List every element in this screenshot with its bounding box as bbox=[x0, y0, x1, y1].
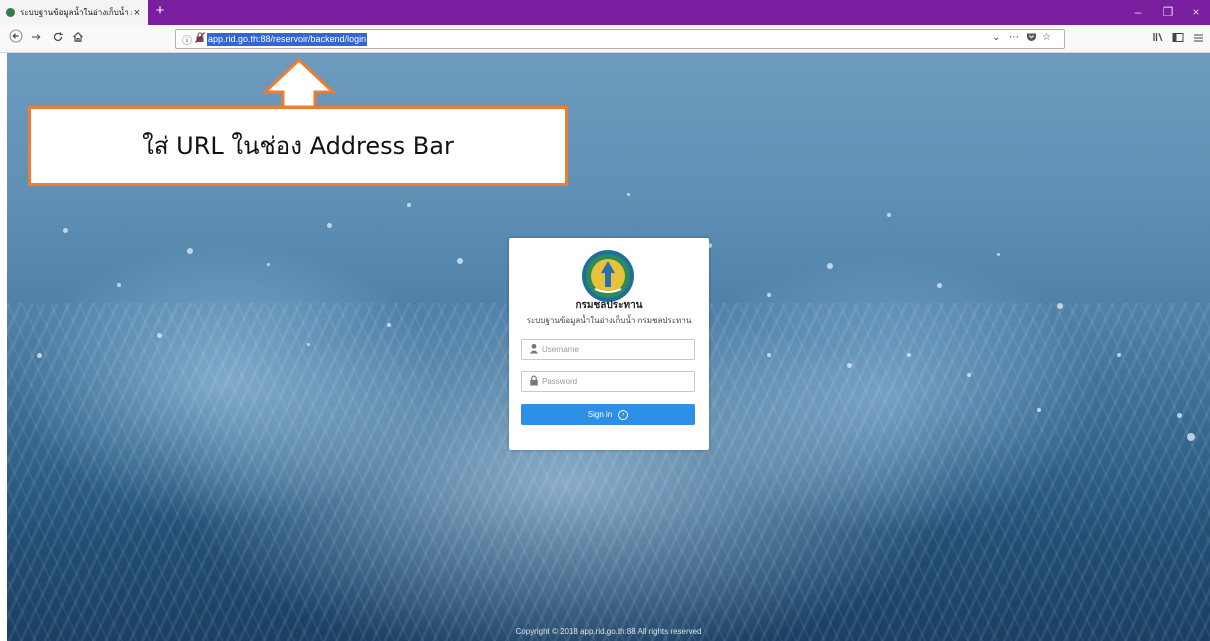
water-droplet bbox=[387, 323, 391, 327]
water-droplet bbox=[267, 263, 270, 266]
water-droplet bbox=[907, 353, 911, 357]
sidebar-button[interactable] bbox=[1168, 29, 1188, 49]
water-droplet bbox=[457, 258, 463, 264]
water-droplet bbox=[847, 363, 852, 368]
water-droplet bbox=[157, 333, 162, 338]
browser-nav-bar: ⓘ app.rid.go.th:88/reservoir/backend/log… bbox=[0, 25, 1210, 53]
username-field[interactable] bbox=[521, 339, 695, 360]
library-button[interactable] bbox=[1148, 29, 1168, 49]
water-droplet bbox=[187, 248, 193, 254]
library-icon bbox=[1152, 33, 1162, 42]
instruction-callout: ใส่ URL ในช่อง Address Bar bbox=[28, 106, 568, 186]
water-droplet bbox=[1117, 353, 1121, 357]
water-droplet bbox=[1037, 408, 1041, 412]
water-droplet bbox=[887, 213, 891, 217]
globe-icon bbox=[6, 8, 15, 17]
water-droplet bbox=[767, 293, 771, 297]
reload-icon bbox=[53, 32, 63, 42]
water-droplet bbox=[117, 283, 121, 287]
address-bar[interactable]: ⓘ app.rid.go.th:88/reservoir/backend/log… bbox=[175, 29, 1065, 49]
water-droplet bbox=[767, 353, 771, 357]
water-droplet bbox=[937, 283, 942, 288]
browser-title-bar: ระบบฐานข้อมูลน้ำในอ่างเก็บน้ำ กร × + – ❐… bbox=[0, 0, 1210, 25]
department-seal-logo bbox=[582, 250, 634, 302]
water-droplet bbox=[327, 223, 332, 228]
browser-tab[interactable]: ระบบฐานข้อมูลน้ำในอ่างเก็บน้ำ กร × bbox=[0, 0, 148, 25]
tab-title: ระบบฐานข้อมูลน้ำในอ่างเก็บน้ำ กร bbox=[20, 8, 132, 17]
sidebar-icon bbox=[1172, 33, 1184, 42]
water-droplet bbox=[1057, 303, 1063, 309]
restore-button[interactable]: ❐ bbox=[1154, 2, 1182, 22]
home-button[interactable] bbox=[68, 29, 88, 49]
water-droplet bbox=[63, 228, 68, 233]
organization-name: กรมชลประทาน bbox=[575, 300, 643, 311]
water-droplet bbox=[307, 343, 310, 346]
sign-in-button[interactable]: Sign in › bbox=[521, 404, 695, 425]
password-input[interactable] bbox=[542, 374, 690, 389]
login-card: กรมชลประทาน ระบบฐานข้อมูลน้ำในอ่างเก็บน้… bbox=[509, 238, 709, 450]
sign-in-label: Sign in bbox=[587, 410, 613, 419]
forward-arrow-icon bbox=[32, 34, 41, 40]
water-droplet bbox=[997, 253, 1000, 256]
star-icon[interactable]: ☆ bbox=[1042, 32, 1051, 43]
water-droplet bbox=[37, 353, 42, 358]
water-droplet bbox=[1177, 413, 1182, 418]
close-window-button[interactable]: × bbox=[1182, 2, 1210, 22]
arrow-circle-icon: › bbox=[618, 409, 629, 420]
close-tab-button[interactable]: × bbox=[132, 7, 142, 19]
water-droplet bbox=[627, 193, 630, 196]
water-droplet bbox=[407, 203, 411, 207]
back-arrow-icon bbox=[9, 29, 23, 43]
up-arrow-icon bbox=[262, 58, 336, 109]
menu-button[interactable] bbox=[1188, 29, 1208, 49]
pocket-icon[interactable] bbox=[1026, 32, 1037, 45]
lock-icon bbox=[529, 375, 539, 388]
username-input[interactable] bbox=[542, 342, 690, 357]
water-droplet bbox=[967, 373, 971, 377]
password-field[interactable] bbox=[521, 371, 695, 392]
url-text[interactable]: app.rid.go.th:88/reservoir/backend/login bbox=[207, 33, 368, 46]
info-icon[interactable]: ⓘ bbox=[182, 32, 192, 47]
reload-button[interactable] bbox=[48, 29, 68, 49]
ellipsis-icon[interactable]: ⋯ bbox=[1009, 32, 1019, 43]
copyright-text: Copyright © 2018 app.rid.go.th:88 All ri… bbox=[515, 627, 702, 636]
home-icon bbox=[73, 32, 83, 42]
callout-text: ใส่ URL ในช่อง Address Bar bbox=[142, 132, 454, 160]
water-droplet bbox=[1187, 433, 1195, 441]
forward-button[interactable] bbox=[26, 29, 46, 49]
user-icon bbox=[529, 343, 539, 356]
hamburger-menu-icon bbox=[1193, 34, 1203, 42]
chevron-down-icon[interactable]: ⌄ bbox=[992, 32, 1000, 43]
water-droplet bbox=[827, 263, 833, 269]
system-name: ระบบฐานข้อมูลน้ำในอ่างเก็บน้ำ กรมชลประทา… bbox=[526, 316, 692, 325]
lock-insecure-icon[interactable] bbox=[195, 32, 205, 45]
minimize-button[interactable]: – bbox=[1124, 2, 1152, 22]
back-button[interactable] bbox=[6, 29, 26, 49]
new-tab-button[interactable]: + bbox=[151, 2, 169, 20]
